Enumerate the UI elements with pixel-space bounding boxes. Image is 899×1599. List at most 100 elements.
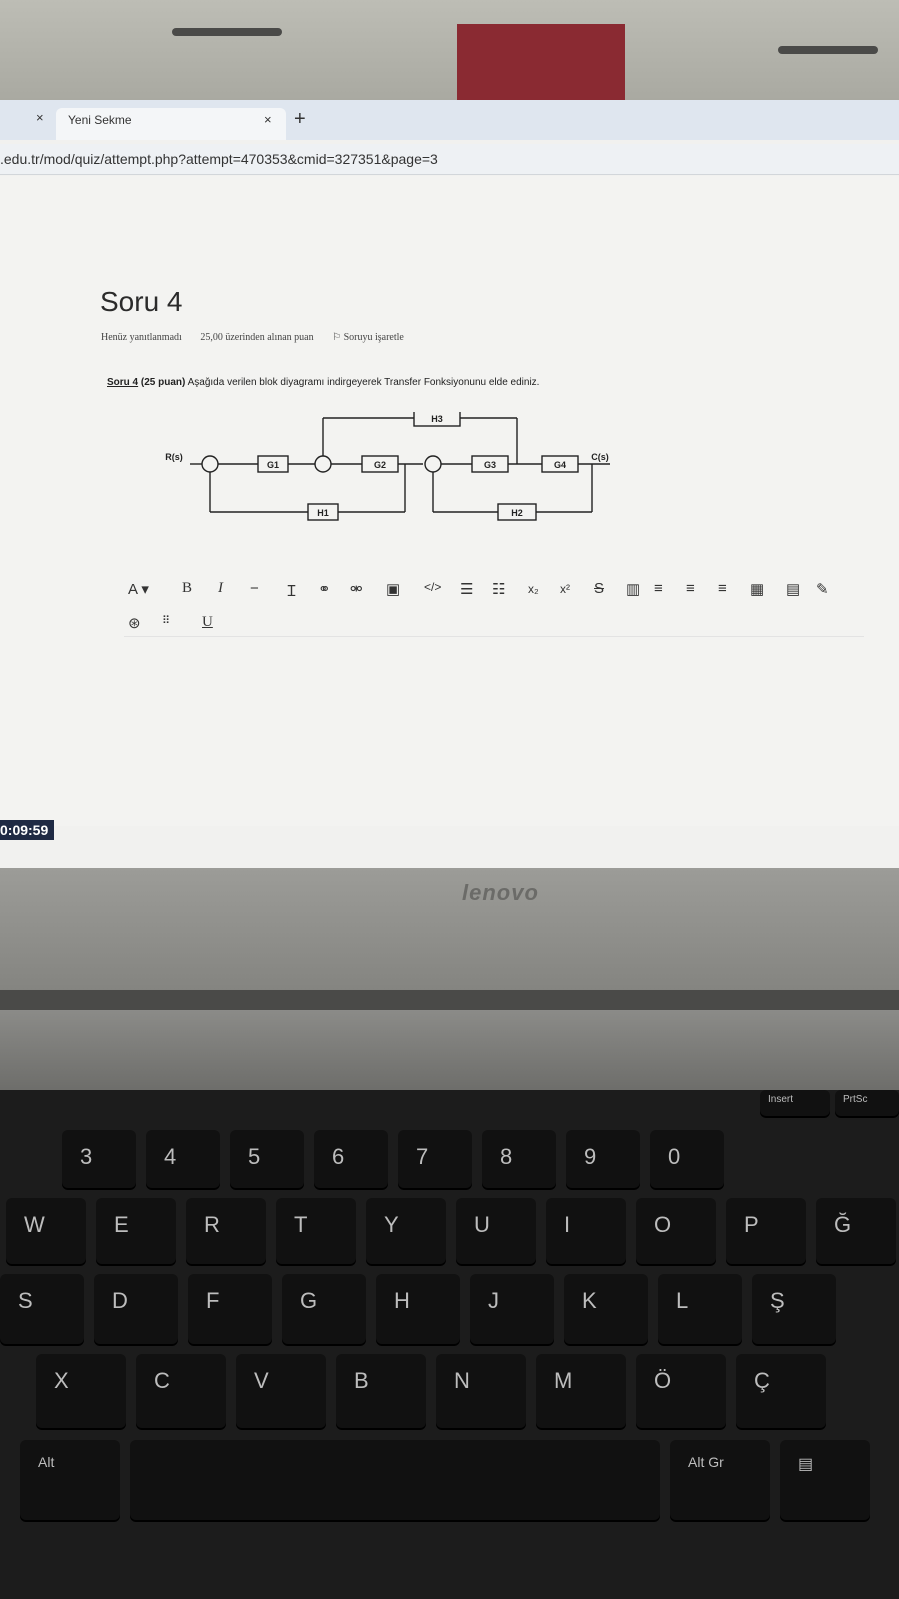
tab-title[interactable]: Yeni Sekme [68,113,132,127]
quiz-page: Soru 4 Henüz yanıtlanmadı 25,00 üzerinde… [0,176,899,826]
key[interactable]: 6 [314,1130,388,1188]
label-h1: H1 [317,508,329,518]
key[interactable]: 8 [482,1130,556,1188]
bezel-slot [778,46,878,54]
key-menu[interactable]: ▤ [780,1440,870,1520]
key[interactable]: B [336,1354,426,1428]
key[interactable]: L [658,1274,742,1344]
address-bar[interactable]: .edu.tr/mod/quiz/attempt.php?attempt=470… [0,144,899,175]
label-g2: G2 [374,460,386,470]
label-h2: H2 [511,508,523,518]
key[interactable]: H [376,1274,460,1344]
key[interactable]: Ğ [816,1198,896,1264]
key[interactable]: I [546,1198,626,1264]
key[interactable]: Ş [752,1274,836,1344]
key[interactable]: M [536,1354,626,1428]
question-info: Henüz yanıtlanmadı 25,00 üzerinden alına… [101,332,436,343]
align-left-icon[interactable]: ≡ [654,580,663,597]
key[interactable]: 5 [230,1130,304,1188]
key-space[interactable] [130,1440,660,1520]
superscript-button[interactable]: x² [560,582,570,596]
question-label: Soru 4 [107,377,139,388]
subscript-button[interactable]: x₂ [528,582,539,596]
bold-button[interactable]: B [182,580,192,597]
laptop-screen: × Yeni Sekme × + .edu.tr/mod/quiz/attemp… [0,100,899,868]
close-tab-icon[interactable]: × [36,110,44,125]
editor-toolbar: A ▾ B I − Ｉ ⚭ ⚮ ▣ </> ☰ ☷ x₂ x² S ▥ ≡ ≡ … [126,576,866,636]
url-text[interactable]: .edu.tr/mod/quiz/attempt.php?attempt=470… [0,151,438,167]
key[interactable]: O [636,1198,716,1264]
key[interactable]: F [188,1274,272,1344]
key-alt[interactable]: Alt [20,1440,120,1520]
label-g1: G1 [267,460,279,470]
strikethrough-icon[interactable]: S [594,580,604,597]
key[interactable]: P [726,1198,806,1264]
input-label: R(s) [165,452,183,462]
font-menu[interactable]: A ▾ [128,580,149,598]
key-prtsc[interactable]: PrtSc [835,1090,899,1116]
keyboard: Insert PrtSc 3 4 5 6 7 8 9 0 W E R T Y U… [0,1090,899,1599]
webcam-cover [457,24,625,110]
key-altgr[interactable]: Alt Gr [670,1440,770,1520]
question-body: Aşağıda verilen blok diyagramı indirgeye… [187,377,540,388]
align-center-icon[interactable]: ≡ [686,580,695,597]
flag-question-link[interactable]: ⚐ Soruyu işaretle [332,332,420,343]
hr-icon[interactable]: − [250,580,259,597]
key[interactable]: 4 [146,1130,220,1188]
edit-icon[interactable]: ✎ [816,580,829,598]
key[interactable]: J [470,1274,554,1344]
key[interactable]: U [456,1198,536,1264]
key[interactable]: 7 [398,1130,472,1188]
key[interactable]: Ç [736,1354,826,1428]
key[interactable]: C [136,1354,226,1428]
quiz-timer: 0:09:59 [0,820,55,840]
text-cursor-icon[interactable]: Ｉ [284,580,299,601]
key[interactable]: 9 [566,1130,640,1188]
numbered-list-icon[interactable]: ☷ [492,580,505,598]
key[interactable]: S [0,1274,84,1344]
key[interactable]: T [276,1198,356,1264]
key[interactable]: X [36,1354,126,1428]
key[interactable]: K [564,1274,648,1344]
grid-icon[interactable]: ▦ [750,580,764,598]
summing-junction-3 [424,455,442,473]
close-tab-icon[interactable]: × [264,112,272,127]
table-icon[interactable]: ▥ [626,580,640,598]
summing-junction-1 [201,455,219,473]
answer-editor[interactable] [124,636,864,837]
flag-label[interactable]: Soruyu işaretle [344,332,404,343]
key[interactable]: G [282,1274,366,1344]
bullet-list-icon[interactable]: ☰ [460,580,473,598]
image-icon[interactable]: ▣ [386,580,400,598]
block-diagram: R(s) C(s) G1 G2 G3 G4 H1 H2 H3 [165,412,610,521]
question-text: Soru 4 (25 puan) Aşağıda verilen blok di… [107,377,539,388]
new-tab-button[interactable]: + [294,108,306,131]
label-h3: H3 [431,414,443,424]
calculator-icon[interactable]: ▤ [786,580,800,598]
points-text: 25,00 üzerinden alınan puan [200,332,314,343]
question-title: Soru 4 [100,286,183,317]
key[interactable]: N [436,1354,526,1428]
key[interactable]: 0 [650,1130,724,1188]
key[interactable]: D [94,1274,178,1344]
code-icon[interactable]: </> [424,580,441,594]
key[interactable]: Ö [636,1354,726,1428]
label-g4: G4 [554,460,566,470]
align-right-icon[interactable]: ≡ [718,580,727,597]
key[interactable]: V [236,1354,326,1428]
output-label: C(s) [591,452,609,462]
key[interactable]: 3 [62,1130,136,1188]
accessibility-icon[interactable]: ⊛ [128,614,141,632]
unlink-icon[interactable]: ⚮ [350,580,363,598]
italic-button[interactable]: I [218,580,223,597]
key[interactable]: R [186,1198,266,1264]
key-insert[interactable]: Insert [760,1090,830,1116]
special-chars-icon[interactable]: ⠿ [162,614,170,627]
underline-button[interactable]: U [202,614,213,631]
brand-logo: lenovo [462,880,539,905]
key[interactable]: W [6,1198,86,1264]
summing-junction-2 [314,455,332,473]
link-icon[interactable]: ⚭ [318,580,331,598]
key[interactable]: Y [366,1198,446,1264]
key[interactable]: E [96,1198,176,1264]
